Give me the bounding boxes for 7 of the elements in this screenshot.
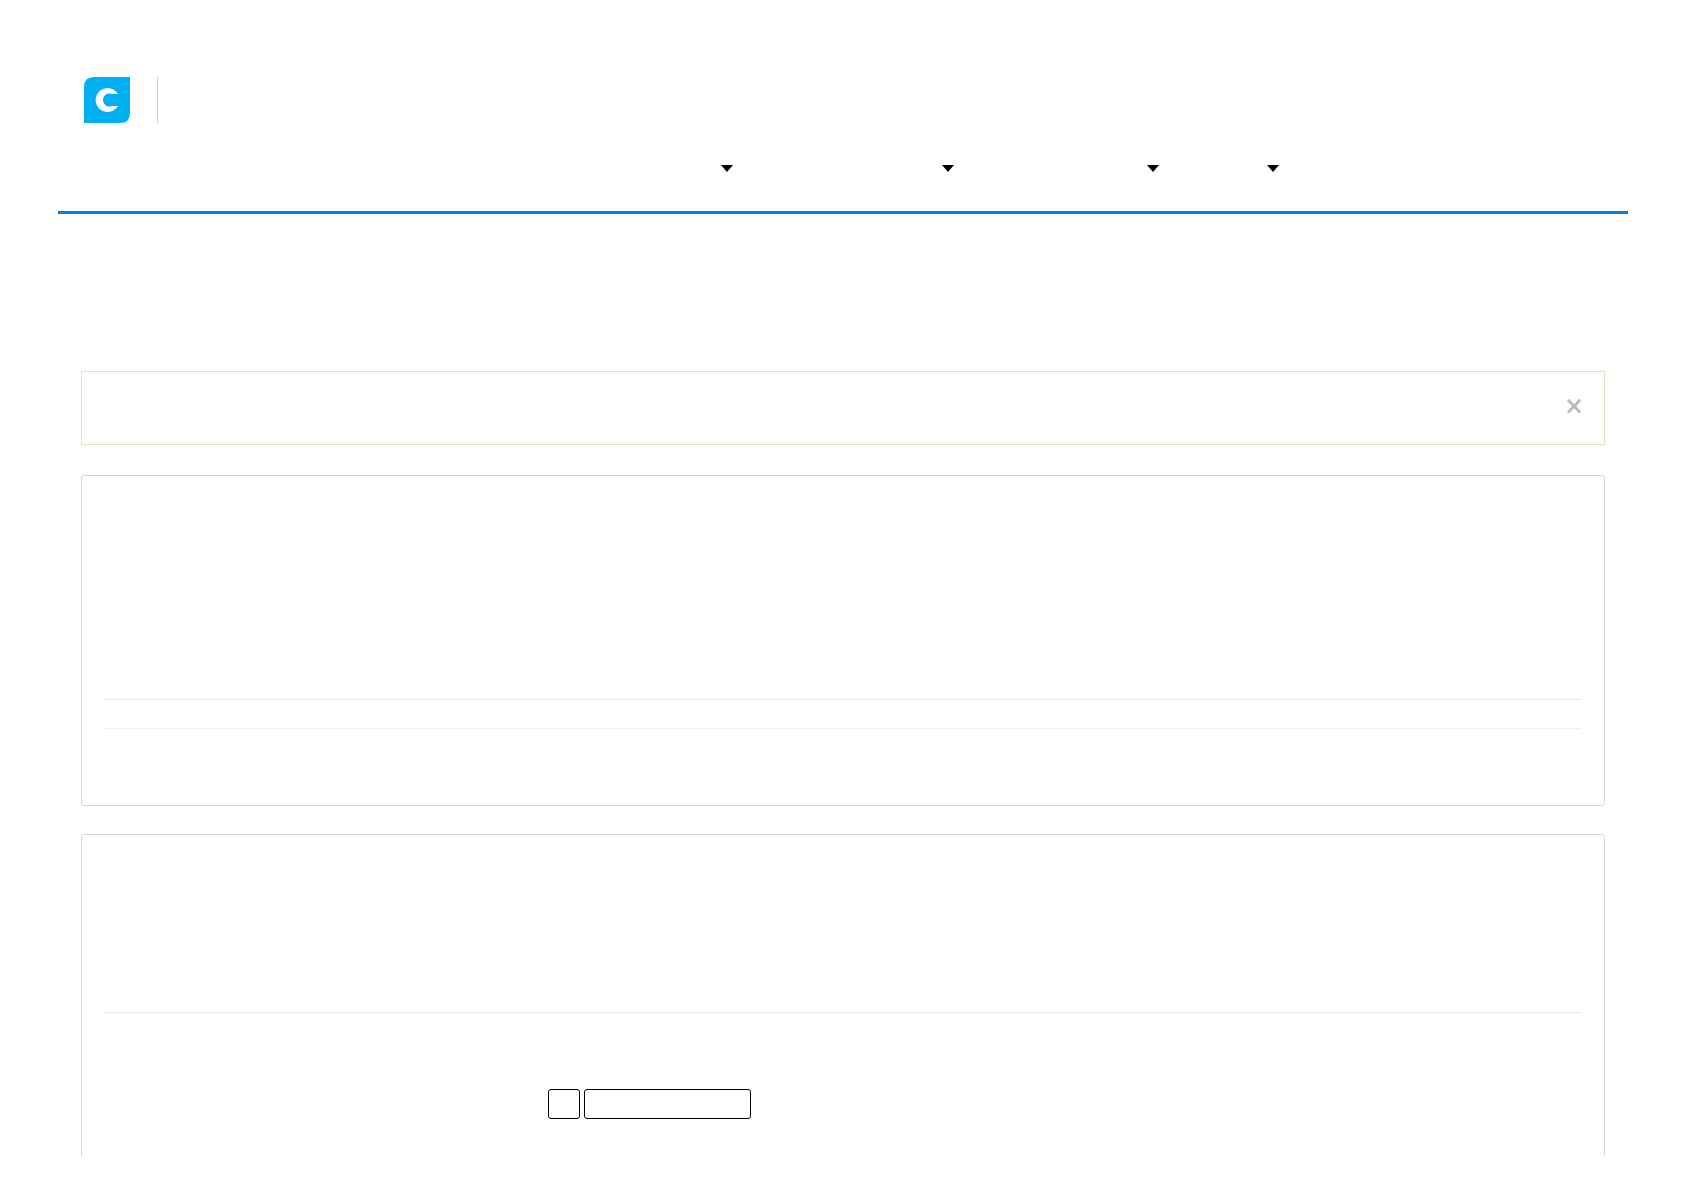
caret-icon[interactable] xyxy=(1147,165,1159,172)
wide-button[interactable] xyxy=(584,1089,751,1119)
close-button[interactable]: × xyxy=(1563,392,1584,420)
caret-icon[interactable] xyxy=(942,165,954,172)
caret-icon[interactable] xyxy=(1267,165,1279,172)
caret-icon[interactable] xyxy=(721,165,733,172)
small-button[interactable] xyxy=(548,1089,580,1119)
